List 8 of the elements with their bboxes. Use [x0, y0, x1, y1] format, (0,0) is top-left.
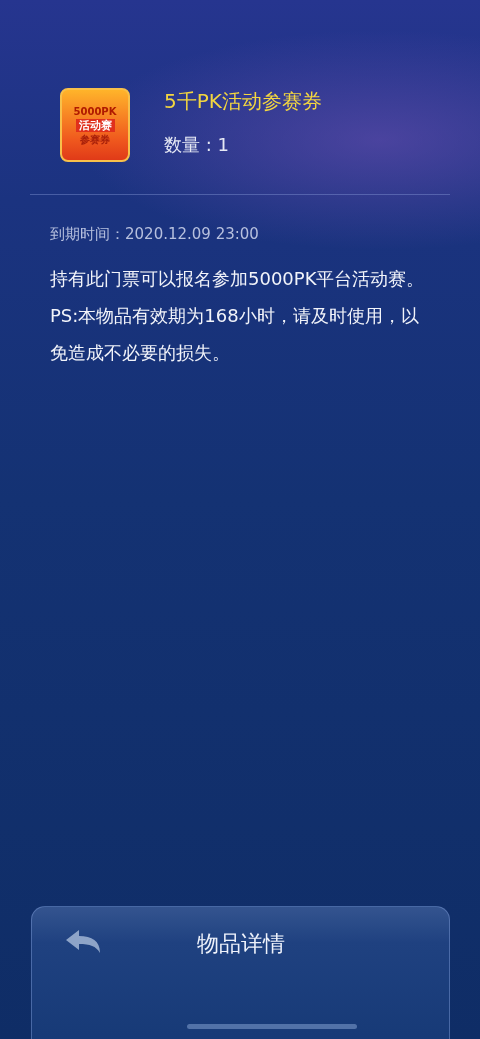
ticket-label: 5000PK — [72, 104, 118, 118]
item-description: 持有此门票可以报名参加5000PK平台活动赛。PS:本物品有效期为168小时，请及时使用，以免造成不必要的损失。 — [50, 267, 426, 365]
ticket-label: 活动赛 — [75, 118, 115, 132]
expiry-date: 到期时间：2020.12.09 23:00 — [50, 225, 259, 244]
item-quantity: 数量 : 1 — [164, 132, 230, 157]
page-title: 物品详情 — [195, 930, 286, 958]
ticket-label: 参赛券 — [79, 132, 111, 146]
item-title: 5千PK活动参赛券 — [164, 87, 322, 115]
